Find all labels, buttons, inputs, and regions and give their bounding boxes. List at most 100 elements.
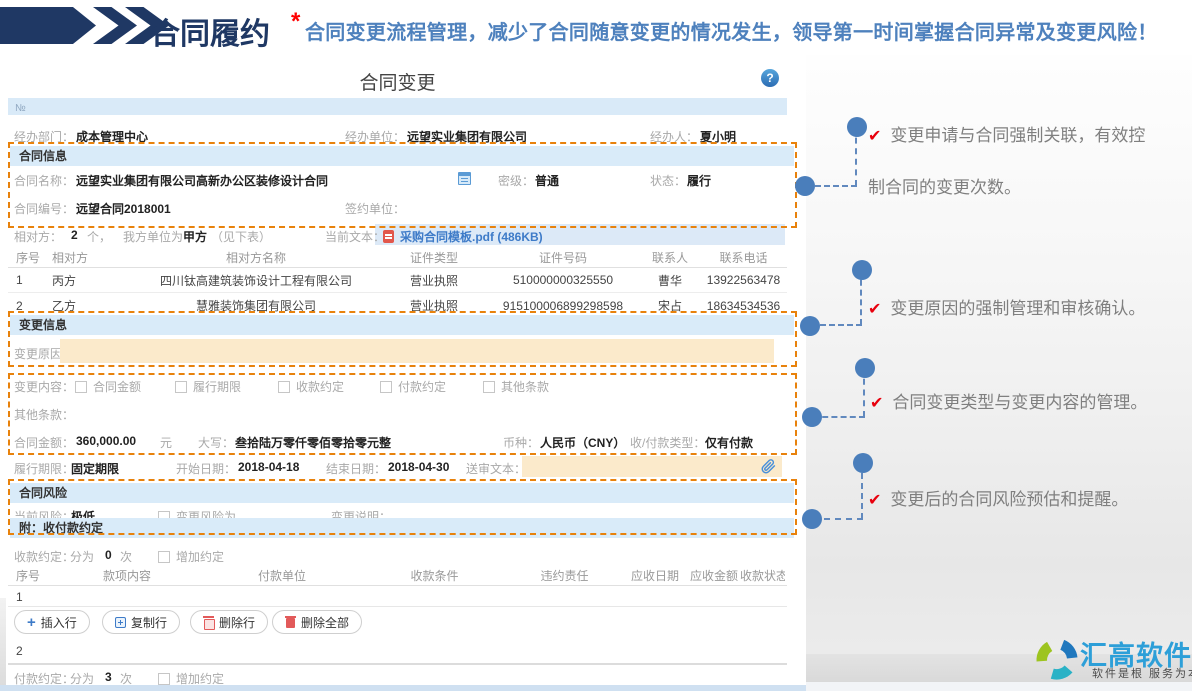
receive-row: 收款约定： 分为 0 次 增加约定 [8,546,787,564]
end-date-label: 结束日期： [326,460,386,477]
copy-icon [115,617,126,628]
contract-name-value: 远望实业集团有限公司高新办公区装修设计合同 [76,172,328,189]
checkbox-label: 其他条款 [501,380,549,394]
amount-row: 合同金额： 360,000.00 元 大写： 叁拾陆万零仟零佰零拾零元整 币种：… [8,432,787,450]
unit-value: 远望实业集团有限公司 [407,128,527,145]
add-agreement-option[interactable]: 增加约定 [158,548,224,566]
col-party-name: 相对方名称 [132,249,380,266]
connector-dot [853,453,873,473]
review-text-label: 送审文本： [466,460,526,477]
table-row[interactable]: 1 丙方 四川钛高建筑装饰设计工程有限公司 营业执照 5100000003255… [8,268,787,293]
vendor-logo-icon [1036,638,1078,680]
col-due-amount: 应收金额 [688,567,740,584]
banner-slogan: 合同变更流程管理，减少了合同随意变更的情况发生，领导第一时间掌握合同异常及变更风… [305,16,1158,45]
option-receive[interactable]: 收款约定 [278,378,344,396]
connector-dot [852,260,872,280]
checkbox[interactable] [483,381,495,393]
pay-count: 3 [105,670,112,684]
checkbox[interactable] [278,381,290,393]
option-pay[interactable]: 付款约定 [380,378,446,396]
checkbox-label: 增加约定 [176,672,224,686]
contract-code-value: 远望合同2018001 [76,200,171,217]
delete-all-button[interactable]: 删除全部 [272,610,362,634]
col-item: 款项内容 [52,567,202,584]
annotation-text: ✔变更原因的强制管理和审核确认。 [868,294,1145,319]
checkbox[interactable] [175,381,187,393]
annotation-label: 变更后的合同风险预估和提醒。 [890,490,1128,509]
table-row[interactable]: 1 [8,588,787,607]
pdf-icon[interactable] [383,230,394,243]
cell: 13922563478 [702,273,785,287]
checkbox[interactable] [158,551,170,563]
table-row[interactable]: 2 [8,640,787,662]
paytype-value: 仅有付款 [705,434,753,451]
paytype-label: 收/付款类型： [630,434,705,451]
option-contract-amount[interactable]: 合同金额 [75,378,141,396]
checkbox[interactable] [75,381,87,393]
option-term[interactable]: 履行期限 [175,378,241,396]
checkbox-label: 合同金额 [93,380,141,394]
button-label: 复制行 [131,614,167,631]
caps-label: 大写： [198,434,234,451]
button-label: 插入行 [41,614,77,631]
receive-count: 0 [105,548,112,562]
cell: 丙方 [52,272,132,289]
dept-label: 经办部门： [14,128,74,145]
start-date-value: 2018-04-18 [238,460,299,474]
col-phone: 联系电话 [702,249,785,266]
checkbox-label: 付款约定 [398,380,446,394]
cell: 营业执照 [380,297,488,314]
check-icon: ✔ [870,395,883,412]
pay-row: 付款约定： 分为 3 次 增加约定 [8,668,787,686]
paperclip-icon[interactable] [761,459,776,474]
status-label: 状态： [650,172,686,189]
section-change-info: 变更信息 [10,315,794,335]
checkbox[interactable] [158,673,170,685]
contract-code-label: 合同编号： [14,200,74,217]
option-other[interactable]: 其他条款 [483,378,549,396]
checkbox[interactable] [380,381,392,393]
amount-value: 360,000.00 [76,434,136,448]
col-due-date: 应收日期 [622,567,688,584]
section-risk: 合同风险 [10,483,794,503]
cell: 18634534536 [702,299,785,313]
see-note: （见下表） [211,228,271,245]
secrecy-value: 普通 [535,172,559,189]
cell: 1 [8,273,52,287]
annotation-label: 变更原因的强制管理和审核确认。 [890,299,1145,318]
change-reason-textarea[interactable] [60,339,774,363]
cell: 曹华 [638,272,702,289]
current-text-label: 当前文本： [325,228,385,245]
right-panel-footer [806,682,1192,691]
cell: 2 [8,644,52,658]
checkbox-label: 履行期限 [193,380,241,394]
person-label: 经办人： [650,128,698,145]
party-row: 相对方： 2 个， 我方单位为 甲方 （见下表） 当前文本： 采购合同模板.pd… [8,224,787,245]
col-cert-type: 证件类型 [380,249,488,266]
banner-asterisk: * [291,8,300,36]
party-count: 2 [71,228,78,242]
annotation-text: ✔变更申请与合同强制关联，有效控制合同的变更次数。 [868,110,1160,213]
insert-row-button[interactable]: + 插入行 [14,610,90,634]
ours-value: 甲方 [183,228,207,245]
agency-row: 经办部门： 成本管理中心 经办单位： 远望实业集团有限公司 经办人： 夏小明 [8,126,787,144]
change-content-label: 变更内容： [14,378,74,395]
cell: 510000000325550 [488,273,638,287]
cell: 2 [8,299,52,313]
person-value: 夏小明 [700,128,736,145]
file-link[interactable]: 采购合同模板.pdf (486KB) [400,228,543,245]
amount-unit: 元 [160,434,172,451]
term-value: 固定期限 [71,460,119,477]
banner-title: 合同履约 [150,9,270,53]
contract-name-row: 合同名称： 远望实业集团有限公司高新办公区装修设计合同 密级： 普通 状态： 履… [8,170,787,188]
copy-row-button[interactable]: 复制行 [102,610,180,634]
left-edge-sliver [0,598,6,686]
delete-row-button[interactable]: 删除行 [190,610,268,634]
col-liability: 违约责任 [507,567,622,584]
help-icon[interactable]: ? [761,69,779,87]
start-date-label: 开始日期： [176,460,236,477]
calendar-icon[interactable] [458,172,471,185]
review-text-input[interactable] [522,456,782,477]
cell: 慧雅装饰集团有限公司 [132,297,380,314]
col-condition: 收款条件 [362,567,507,584]
